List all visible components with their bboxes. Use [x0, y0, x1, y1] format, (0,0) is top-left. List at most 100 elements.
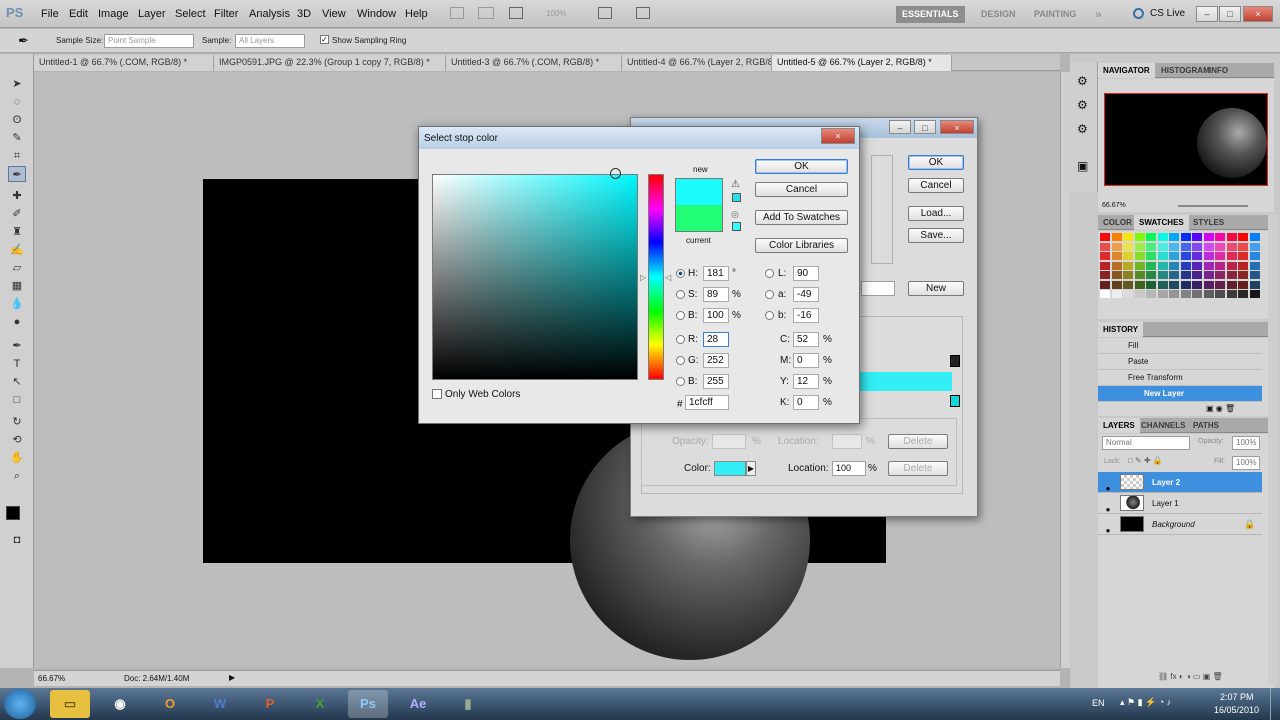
hue-slider-right-arrow-icon[interactable]: ◁	[665, 273, 671, 282]
zoom-tool-icon[interactable]: ⌕	[8, 468, 26, 484]
gradient-bar[interactable]	[860, 372, 952, 391]
lock-icons[interactable]: □ ✎ ✚ 🔒	[1128, 456, 1163, 465]
clock-date[interactable]: 16/05/2010	[1214, 705, 1259, 715]
opacity-stop-handle[interactable]	[950, 355, 960, 367]
swatch[interactable]	[1249, 271, 1260, 279]
menu-analysis[interactable]: Analysis	[249, 8, 290, 20]
minimize-button[interactable]: –	[1196, 6, 1218, 22]
menu-select[interactable]: Select	[175, 8, 206, 20]
path-selection-tool-icon[interactable]: ↖	[8, 374, 26, 390]
swatch[interactable]	[1100, 290, 1110, 298]
b-channel-input[interactable]: -16	[793, 308, 819, 323]
stop-opacity-input[interactable]	[712, 434, 746, 449]
web-safe-color-swatch[interactable]	[732, 222, 741, 231]
marquee-tool-icon[interactable]: ◌	[8, 94, 26, 110]
stop-color-location-input[interactable]: 100	[832, 461, 866, 476]
eraser-tool-icon[interactable]: ▱	[8, 260, 26, 276]
quick-select-tool-icon[interactable]: ✎	[8, 130, 26, 146]
swatch[interactable]	[1203, 242, 1214, 251]
explorer-taskbar-icon[interactable]: ▭	[50, 690, 90, 718]
swatch[interactable]	[1203, 252, 1214, 260]
crop-tool-icon[interactable]: ⌗	[8, 148, 26, 164]
workspace-painting[interactable]: PAINTING	[1028, 6, 1082, 23]
swatch[interactable]	[1226, 261, 1237, 270]
swatch[interactable]	[1238, 280, 1248, 289]
word-taskbar-icon[interactable]: W	[200, 690, 240, 718]
tab-untitled-5[interactable]: Untitled-5 @ 66.7% (Layer 2, RGB/8) *	[772, 55, 952, 71]
a-channel-radio[interactable]	[765, 290, 774, 299]
swatch[interactable]	[1146, 280, 1156, 289]
blend-mode-select[interactable]: Normal	[1102, 436, 1190, 450]
swatch[interactable]	[1215, 233, 1225, 241]
dialog-maximize-button[interactable]: □	[914, 120, 936, 134]
color-picker-titlebar[interactable]: Select stop color ×	[419, 127, 859, 149]
tab-layers[interactable]: LAYERS	[1098, 418, 1140, 433]
swatch[interactable]	[1146, 233, 1156, 241]
foreground-color-swatch[interactable]	[6, 506, 20, 520]
picker-cancel-button[interactable]: Cancel	[755, 182, 848, 197]
lightness-radio[interactable]	[765, 269, 774, 278]
cs-live-label[interactable]: CS Live	[1150, 8, 1185, 19]
swatch[interactable]	[1146, 261, 1156, 270]
language-indicator[interactable]: EN	[1092, 698, 1105, 708]
hue-input[interactable]: 181	[703, 266, 729, 281]
more-workspaces-icon[interactable]: »	[1095, 7, 1102, 21]
swatch[interactable]	[1157, 271, 1168, 279]
stop-opacity-location-input[interactable]	[832, 434, 862, 449]
opacity-input[interactable]: 100%	[1232, 436, 1260, 450]
swatch[interactable]	[1169, 261, 1179, 270]
powerpoint-taskbar-icon[interactable]: P	[250, 690, 290, 718]
swatch[interactable]	[1134, 290, 1145, 298]
swatch[interactable]	[1123, 290, 1133, 298]
swatch[interactable]	[1100, 242, 1110, 251]
black-input[interactable]: 0	[793, 395, 819, 410]
picker-close-button[interactable]: ×	[821, 128, 855, 144]
swatch[interactable]	[1226, 290, 1237, 298]
swatch[interactable]	[1146, 252, 1156, 260]
arrange-documents-icon[interactable]	[598, 7, 612, 19]
saturation-radio[interactable]	[676, 290, 685, 299]
tab-paths[interactable]: PATHS	[1188, 418, 1224, 433]
history-item[interactable]: Fill	[1098, 338, 1262, 354]
stop-color-delete-button[interactable]: Delete	[888, 461, 948, 476]
swatch[interactable]	[1134, 233, 1145, 241]
tab-untitled-3[interactable]: Untitled-3 @ 66.7% (.COM, RGB/8) *	[446, 55, 622, 71]
navigator-zoom-value[interactable]: 66.67%	[1102, 202, 1126, 209]
color-field-cursor[interactable]	[610, 168, 621, 179]
color-stop-handle[interactable]	[950, 395, 960, 407]
swatch[interactable]	[1180, 233, 1191, 241]
adjustments-panel-icon[interactable]: ⚙	[1077, 98, 1088, 112]
gradient-new-button[interactable]: New	[908, 281, 964, 296]
close-button[interactable]: ×	[1243, 6, 1273, 22]
yellow-input[interactable]: 12	[793, 374, 819, 389]
b-channel-radio[interactable]	[765, 311, 774, 320]
brightness-radio[interactable]	[676, 311, 685, 320]
tab-swatches[interactable]: SWATCHES	[1134, 215, 1189, 230]
out-of-gamut-warning-icon[interactable]: ⚠	[731, 179, 740, 190]
excel-taskbar-icon[interactable]: X	[300, 690, 340, 718]
type-tool-icon[interactable]: T	[8, 356, 26, 372]
swatch[interactable]	[1123, 242, 1133, 251]
workspace-design[interactable]: DESIGN	[975, 6, 1022, 23]
sample-select[interactable]: All Layers	[235, 34, 305, 48]
menu-file[interactable]: File	[41, 8, 59, 20]
swatch[interactable]	[1169, 242, 1179, 251]
layer-name[interactable]: Background	[1152, 514, 1195, 535]
swatch[interactable]	[1226, 280, 1237, 289]
menu-window[interactable]: Window	[357, 8, 396, 20]
tab-history[interactable]: HISTORY	[1098, 322, 1144, 337]
layer-row-layer-2[interactable]: ● Layer 2	[1098, 472, 1262, 493]
blue-input[interactable]: 255	[703, 374, 729, 389]
tab-styles[interactable]: STYLES	[1188, 215, 1229, 230]
tab-channels[interactable]: CHANNELS	[1136, 418, 1190, 433]
tab-navigator[interactable]: NAVIGATOR	[1098, 63, 1155, 78]
blue-radio[interactable]	[676, 377, 685, 386]
swatch[interactable]	[1157, 233, 1168, 241]
swatch[interactable]	[1134, 271, 1145, 279]
magenta-input[interactable]: 0	[793, 353, 819, 368]
chrome-taskbar-icon[interactable]: ◉	[100, 690, 140, 718]
after-effects-taskbar-icon[interactable]: Ae	[398, 690, 438, 718]
swatch[interactable]	[1226, 242, 1237, 251]
hand-tool-icon[interactable]: ✋	[8, 450, 26, 466]
stop-color-menu-arrow-icon[interactable]: ▶	[746, 461, 756, 476]
